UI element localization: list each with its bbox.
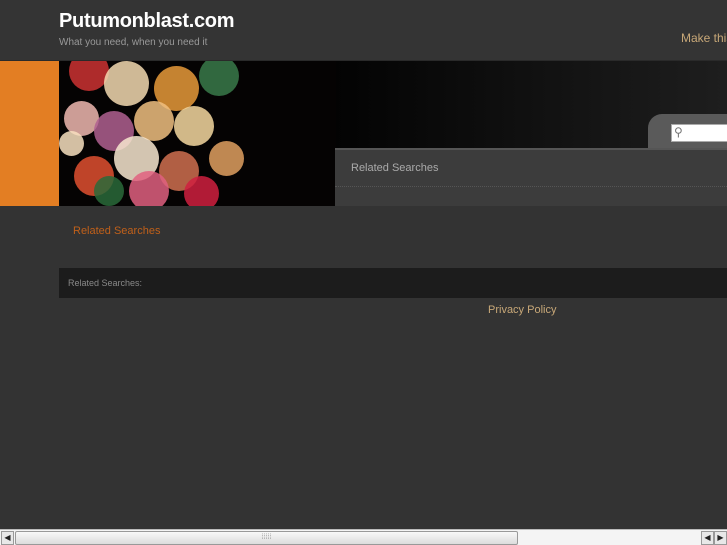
bokeh-image bbox=[59, 61, 336, 206]
related-searches-label: Related Searches: bbox=[68, 278, 143, 288]
scroll-right-button[interactable]: ▶ bbox=[714, 531, 727, 545]
scroll-thumb[interactable]: ⁞⁞⁞⁞⁞ bbox=[15, 531, 518, 545]
site-title[interactable]: Putumonblast.com bbox=[59, 10, 235, 33]
horizontal-scrollbar[interactable]: ◀ ⁞⁞⁞⁞⁞ ◀ ▶ bbox=[0, 529, 727, 545]
related-searches-panel: Related Searches bbox=[335, 148, 727, 206]
scroll-left-button-2[interactable]: ◀ bbox=[701, 531, 714, 545]
orange-accent bbox=[0, 61, 59, 206]
banner: ⚲ Related Searches bbox=[0, 61, 727, 206]
tagline: What you need, when you need it bbox=[59, 37, 208, 48]
header: Putumonblast.com What you need, when you… bbox=[0, 0, 727, 61]
privacy-policy-link[interactable]: Privacy Policy bbox=[488, 304, 556, 316]
related-searches-link[interactable]: Related Searches bbox=[73, 225, 160, 237]
scroll-left-button[interactable]: ◀ bbox=[1, 531, 14, 545]
search-icon: ⚲ bbox=[674, 125, 683, 139]
divider bbox=[335, 186, 727, 187]
related-searches-title: Related Searches bbox=[351, 162, 439, 174]
make-homepage-link[interactable]: Make this bbox=[681, 31, 727, 45]
related-searches-bar: Related Searches: bbox=[59, 268, 727, 298]
